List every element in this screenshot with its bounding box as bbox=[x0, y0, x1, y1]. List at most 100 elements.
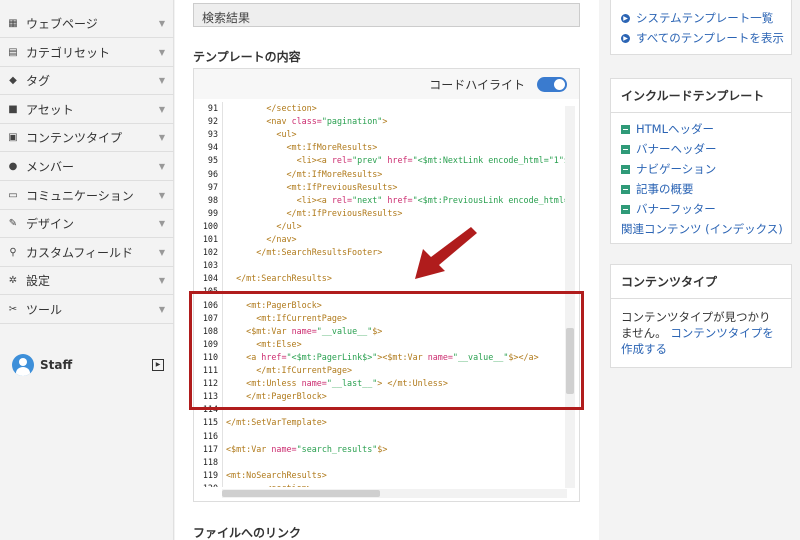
sidebar: ▦ ウェブページ ▼ ▤ カテゴリセット ▼ ◆ タグ ▼ ■ アセット ▼ ▣ コンテンツタイプ ▼ ● メン… bbox=[0, 0, 174, 540]
template-icon bbox=[621, 164, 630, 174]
horizontal-scrollbar[interactable] bbox=[222, 489, 567, 498]
code-line: 97 <mt:IfPreviousResults> bbox=[198, 181, 568, 193]
line-number: 100 bbox=[202, 220, 218, 231]
link-label[interactable]: 関連コンテンツ (インデックス) bbox=[621, 221, 783, 237]
annotation-arrow-icon bbox=[415, 227, 477, 279]
avatar[interactable] bbox=[12, 354, 34, 376]
sidebar-item-label: デザイン bbox=[26, 217, 75, 232]
user-panel[interactable]: Staff ▶ bbox=[0, 350, 174, 380]
include-template-item[interactable]: 記事の概要 bbox=[611, 179, 791, 199]
chevron-down-icon: ▼ bbox=[158, 190, 166, 200]
include-template-list: HTMLヘッダー バナーヘッダー ナビゲーション 記事の概要バナーフッター bbox=[611, 113, 791, 219]
content-type-title: コンテンツタイプ bbox=[611, 265, 791, 299]
custom-field-icon: ⚲ bbox=[9, 246, 17, 258]
code-line: 104 </mt:SearchResults> bbox=[198, 272, 568, 284]
related-content-link[interactable]: 関連コンテンツ (インデックス) bbox=[611, 219, 791, 243]
tool-icon: ✂ bbox=[8, 304, 18, 315]
sidebar-item[interactable]: ▭ コミュニケーション ▼ bbox=[0, 182, 174, 210]
file-link-title: ファイルへのリンク bbox=[193, 526, 302, 540]
member-icon: ● bbox=[8, 161, 18, 172]
all-templates-link[interactable]: ▶ すべてのテンプレートを表示 bbox=[611, 28, 791, 48]
line-number: 116 bbox=[202, 430, 218, 441]
sidebar-item-label: ツール bbox=[26, 303, 63, 317]
sidebar-item-label: カスタムフィールド bbox=[26, 245, 134, 260]
code-line-text: </mt:SearchResults> bbox=[226, 273, 332, 284]
code-line-text: <mt:IfMoreResults> bbox=[226, 142, 378, 153]
sidebar-item-label: カテゴリセット bbox=[26, 45, 111, 60]
chevron-down-icon: ▼ bbox=[158, 247, 166, 257]
sidebar-item[interactable]: ■ アセット ▼ bbox=[0, 96, 174, 124]
sidebar-item[interactable]: ▣ コンテンツタイプ ▼ bbox=[0, 124, 174, 153]
sidebar-item[interactable]: ◆ タグ ▼ bbox=[0, 67, 174, 96]
line-number: 119 bbox=[202, 469, 218, 480]
sidebar-item[interactable]: ▤ カテゴリセット ▼ bbox=[0, 39, 174, 67]
code-line: 120 <section> bbox=[198, 482, 568, 487]
link-label[interactable]: システムテンプレート一覧 bbox=[636, 10, 773, 26]
sidebar-item[interactable]: ● メンバー ▼ bbox=[0, 153, 174, 181]
include-template-label[interactable]: バナーフッター bbox=[636, 201, 716, 217]
line-number: 120 bbox=[198, 482, 218, 487]
code-line: 95 <li><a rel="prev" href="<$mt:NextLink… bbox=[198, 154, 568, 166]
code-line: 91 </section> bbox=[198, 102, 568, 114]
sidebar-item-label: コンテンツタイプ bbox=[26, 131, 123, 146]
sidebar-toggle-icon[interactable]: ▶ bbox=[152, 359, 164, 371]
code-line: 96 </mt:IfMoreResults> bbox=[198, 168, 568, 180]
sidebar-item[interactable]: ✎ デザイン ▼ bbox=[0, 210, 174, 239]
code-line: 117 <$mt:Var name="search_results"$> bbox=[198, 443, 568, 455]
link-label[interactable]: すべてのテンプレートを表示 bbox=[636, 30, 784, 46]
line-number: 92 bbox=[207, 116, 218, 127]
user-name[interactable]: Staff bbox=[40, 358, 152, 372]
code-line-text: <$mt:Var name="search_results"$> bbox=[226, 443, 388, 454]
code-line-text: </section> bbox=[226, 103, 317, 113]
system-template-list-link[interactable]: ▶ システムテンプレート一覧 bbox=[611, 8, 791, 28]
code-line-text: </mt:IfMoreResults> bbox=[226, 168, 383, 179]
template-links-card: ▶ システムテンプレート一覧 ▶ すべてのテンプレートを表示 bbox=[610, 0, 792, 55]
include-template-label[interactable]: ナビゲーション bbox=[636, 161, 716, 177]
chevron-down-icon: ▼ bbox=[158, 276, 166, 286]
code-editor[interactable]: コードハイライト 91 </section> 92 <nav class="pag… bbox=[193, 68, 580, 502]
communication-icon: ▭ bbox=[8, 189, 18, 201]
right-panel: ▶ システムテンプレート一覧 ▶ すべてのテンプレートを表示 インクルードテンプ… bbox=[600, 0, 800, 540]
sidebar-item[interactable]: ✂ ツール ▼ bbox=[0, 296, 174, 324]
sidebar-item[interactable]: ⚲ カスタムフィールド ▼ bbox=[0, 239, 174, 267]
chevron-down-icon: ▼ bbox=[158, 162, 166, 171]
line-number: 94 bbox=[207, 142, 218, 153]
sidebar-item-label: アセット bbox=[26, 102, 74, 117]
toggle-knob bbox=[554, 78, 565, 90]
sidebar-item[interactable]: ▦ ウェブページ ▼ bbox=[0, 10, 174, 38]
code-highlight-label: コードハイライト bbox=[429, 77, 525, 92]
sidebar-item-label: ウェブページ bbox=[26, 17, 98, 31]
include-template-item[interactable]: HTMLヘッダー bbox=[611, 119, 791, 139]
line-number: 99 bbox=[207, 207, 218, 218]
line-number: 117 bbox=[202, 443, 218, 454]
include-template-label[interactable]: HTMLヘッダー bbox=[636, 121, 714, 137]
line-number: 102 bbox=[202, 247, 218, 258]
sidebar-item-label: 設定 bbox=[26, 274, 51, 289]
code-highlight-toggle[interactable] bbox=[537, 76, 567, 92]
line-number: 98 bbox=[207, 194, 218, 205]
code-line-text: </ul> bbox=[226, 220, 302, 231]
code-line-text: <nav class="pagination"> bbox=[226, 116, 388, 127]
main-content: 検索結果 テンプレートの内容 コードハイライト 91 </section> 92 … bbox=[175, 0, 599, 540]
include-template-item[interactable]: バナーヘッダー bbox=[611, 139, 791, 159]
template-icon bbox=[621, 204, 630, 214]
code-line: 100 </ul> bbox=[198, 220, 568, 232]
search-result-field[interactable]: 検索結果 bbox=[193, 3, 580, 27]
code-line-text: </nav> bbox=[226, 234, 297, 244]
line-number: 103 bbox=[202, 260, 218, 271]
include-template-label[interactable]: 記事の概要 bbox=[636, 181, 694, 197]
include-template-label[interactable]: バナーヘッダー bbox=[636, 141, 717, 157]
line-number: 115 bbox=[202, 417, 218, 428]
code-line-text: <mt:IfPreviousResults> bbox=[226, 181, 398, 192]
editor-toolbar: コードハイライト bbox=[194, 69, 579, 99]
code-line: 99 </mt:IfPreviousResults> bbox=[198, 207, 568, 219]
include-template-item[interactable]: ナビゲーション bbox=[611, 159, 791, 179]
arrow-circle-icon: ▶ bbox=[621, 33, 630, 43]
asset-icon: ■ bbox=[8, 103, 18, 115]
include-template-item[interactable]: バナーフッター bbox=[611, 199, 791, 219]
sidebar-item[interactable]: ✲ 設定 ▼ bbox=[0, 267, 174, 296]
content-type-card: コンテンツタイプ コンテンツタイプが見つかりません。 コンテンツタイプを作成する bbox=[610, 264, 792, 368]
horizontal-scroll-thumb[interactable] bbox=[222, 490, 380, 497]
arrow-circle-icon: ▶ bbox=[621, 13, 630, 23]
chevron-down-icon: ▼ bbox=[158, 305, 166, 314]
